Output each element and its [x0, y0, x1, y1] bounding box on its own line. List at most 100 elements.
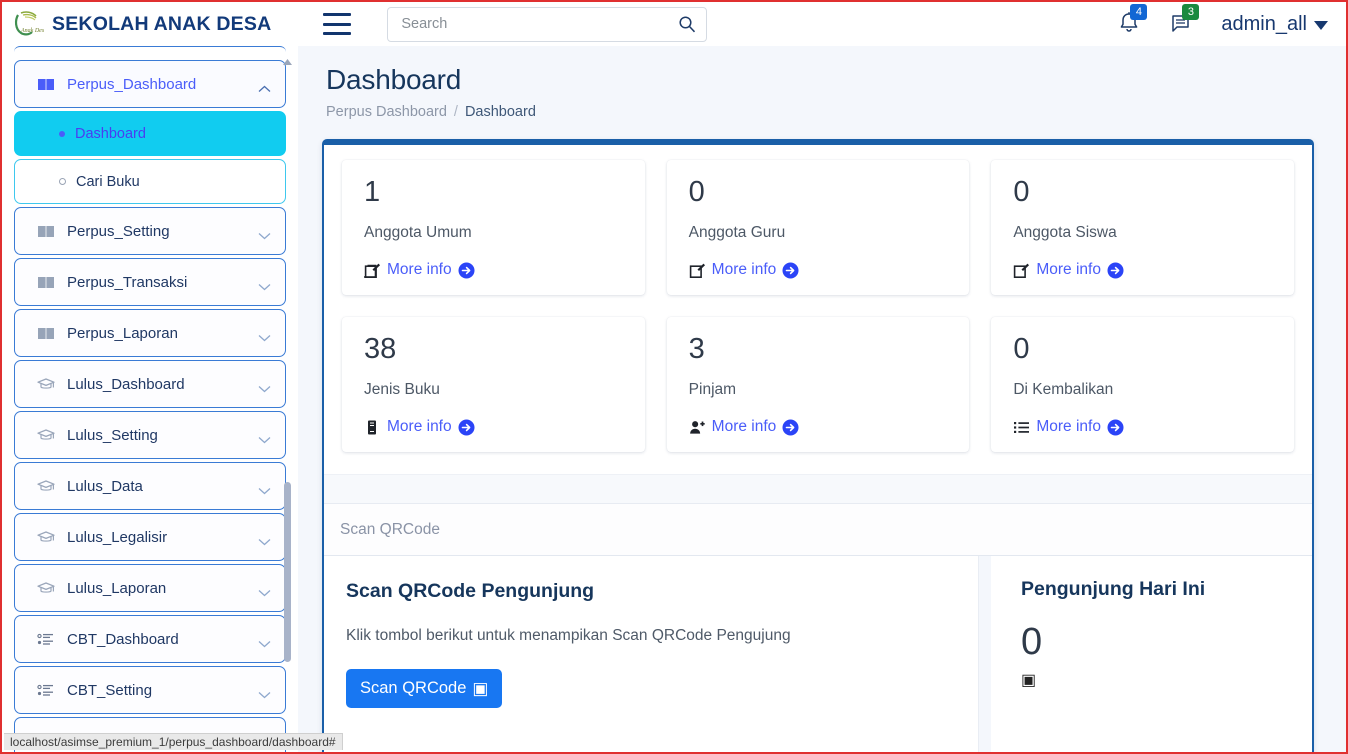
book-icon: [35, 326, 57, 341]
page-title: Dashboard: [326, 64, 462, 95]
main-content: Dashboard Perpus Dashboard / Dashboard 1…: [298, 46, 1346, 752]
notifications-badge: 4: [1130, 4, 1148, 20]
arrow-circle-right-icon: [458, 262, 475, 279]
sidebar-item-cbt-setting[interactable]: CBT_Setting: [14, 666, 286, 714]
more-info-link[interactable]: More info: [1013, 261, 1274, 279]
sidebar-item-label: Perpus_Dashboard: [67, 75, 197, 93]
sidebar-item-lulus-laporan[interactable]: Lulus_Laporan: [14, 564, 286, 612]
qrcode-icon: ▣: [472, 679, 489, 698]
search-box[interactable]: [387, 6, 708, 42]
stat-label: Pinjam: [688, 381, 737, 399]
arrow-circle-right-icon: [458, 419, 475, 436]
brand[interactable]: Anak Desa SEKOLAH ANAK DESA: [2, 9, 271, 39]
more-info-link[interactable]: More info: [364, 418, 625, 436]
messages-badge: 3: [1182, 4, 1200, 20]
stat-label: Di Kembalikan: [1013, 381, 1114, 399]
stat-cards-area: 1 Anggota Umum More info 0 Anggota Guru …: [324, 145, 1312, 452]
graduation-cap-icon: [35, 427, 57, 443]
sidebar-item-label: CBT_Dashboard: [67, 630, 179, 648]
sidebar-item-lulus-dashboard[interactable]: Lulus_Dashboard: [14, 360, 286, 408]
stat-card-anggota-umum: 1 Anggota Umum More info: [342, 160, 645, 295]
stat-value: 0: [1013, 176, 1030, 208]
visitor-title: Pengunjung Hari Ini: [1021, 578, 1206, 600]
chevron-down-icon: [1314, 21, 1328, 30]
panel-divider-band: [324, 474, 1312, 504]
hollow-dot-icon: [59, 178, 66, 185]
stat-card-anggota-guru: 0 Anggota Guru More info: [666, 160, 970, 295]
sidebar-list: Perpus_Dashboard Dashboard Cari Buku Per…: [2, 46, 298, 752]
chevron-down-icon[interactable]: [258, 431, 271, 444]
chevron-down-icon[interactable]: [258, 278, 271, 291]
notifications-button[interactable]: 4: [1117, 4, 1148, 38]
pencil-square-icon: [1013, 262, 1030, 279]
sidebar-item-label: Perpus_Laporan: [67, 324, 178, 342]
more-info-link[interactable]: More info: [689, 418, 950, 436]
more-info-link[interactable]: More info: [364, 261, 625, 279]
chevron-up-icon[interactable]: [258, 80, 271, 92]
pencil-square-icon: [689, 262, 706, 279]
dashboard-panel: 1 Anggota Umum More info 0 Anggota Guru …: [322, 139, 1314, 752]
search-input[interactable]: [401, 16, 679, 32]
sidebar-subitem-dashboard[interactable]: Dashboard: [14, 111, 286, 156]
more-info-link[interactable]: More info: [1013, 418, 1274, 436]
chevron-down-icon[interactable]: [258, 635, 271, 648]
search-icon[interactable]: [678, 15, 696, 33]
stat-card-di-kembalikan: 0 Di Kembalikan More info: [991, 317, 1295, 452]
graduation-cap-icon: [35, 376, 57, 392]
sidebar-item-label: Perpus_Transaksi: [67, 273, 188, 291]
sidebar-item-lulus-setting[interactable]: Lulus_Setting: [14, 411, 286, 459]
breadcrumb-parent[interactable]: Perpus Dashboard: [326, 104, 447, 120]
more-info-label: More info: [1036, 261, 1101, 279]
sidebar-subitem-label: Dashboard: [75, 125, 146, 142]
scan-qrcode-description: Klik tombol berikut untuk menampikan Sca…: [346, 627, 791, 644]
sidebar-item-lulus-data[interactable]: Lulus_Data: [14, 462, 286, 510]
stat-card-pinjam: 3 Pinjam More info: [666, 317, 970, 452]
arrow-circle-right-icon: [782, 419, 799, 436]
list-ul-icon: [1013, 419, 1030, 436]
sidebar-scroll-up-arrow[interactable]: [283, 52, 292, 65]
breadcrumb: Perpus Dashboard / Dashboard: [326, 104, 1346, 120]
scan-qrcode-card: Scan QRCode Pengunjung Klik tombol berik…: [324, 556, 979, 752]
chevron-down-icon[interactable]: [258, 533, 271, 546]
list-check-icon: [35, 683, 57, 698]
sidebar-item-perpus-transaksi[interactable]: Perpus_Transaksi: [14, 258, 286, 306]
chevron-down-icon[interactable]: [258, 380, 271, 393]
hamburger-menu-icon[interactable]: [323, 13, 352, 35]
browser-status-bar: localhost/asimse_premium_1/perpus_dashbo…: [4, 733, 343, 750]
stat-card-jenis-buku: 38 Jenis Buku More info: [342, 317, 645, 452]
visitor-count: 0: [1021, 621, 1043, 663]
chevron-down-icon[interactable]: [258, 686, 271, 699]
sidebar-item-perpus-laporan[interactable]: Perpus_Laporan: [14, 309, 286, 357]
chevron-down-icon[interactable]: [258, 227, 271, 240]
school-logo-icon: Anak Desa: [12, 9, 47, 39]
sidebar-scrollbar-thumb[interactable]: [284, 482, 291, 662]
stat-value: 0: [688, 176, 705, 208]
scan-qrcode-title: Scan QRCode Pengunjung: [346, 580, 595, 602]
chevron-down-icon[interactable]: [258, 584, 271, 597]
brand-title: SEKOLAH ANAK DESA: [52, 12, 272, 35]
pencil-square-icon: [364, 262, 381, 279]
sidebar-item-perpus-setting[interactable]: Perpus_Setting: [14, 207, 286, 255]
top-navbar: Anak Desa SEKOLAH ANAK DESA: [2, 2, 1346, 46]
stat-label: Anggota Guru: [688, 224, 786, 242]
user-plus-icon: [689, 419, 706, 436]
chevron-down-icon[interactable]: [258, 482, 271, 495]
scan-qrcode-button[interactable]: Scan QRCode ▣: [346, 669, 503, 708]
sidebar-item-lulus-legalisir[interactable]: Lulus_Legalisir: [14, 513, 286, 561]
more-info-link[interactable]: More info: [689, 261, 950, 279]
messages-button[interactable]: 3: [1169, 4, 1200, 38]
sidebar-item-label: Perpus_Setting: [67, 222, 170, 240]
stat-card-anggota-siswa: 0 Anggota Siswa More info: [991, 160, 1295, 295]
chevron-down-icon[interactable]: [258, 329, 271, 342]
sidebar-subitem-cari-buku[interactable]: Cari Buku: [14, 159, 286, 204]
sidebar-item-perpus-dashboard[interactable]: Perpus_Dashboard: [14, 60, 286, 108]
sidebar-item-partial-above: [14, 46, 286, 54]
scan-qrcode-button-label: Scan QRCode: [360, 679, 467, 697]
more-info-label: More info: [1036, 418, 1101, 436]
filled-dot-icon: [59, 130, 65, 137]
stat-value: 1: [364, 176, 381, 208]
sidebar-item-cbt-dashboard[interactable]: CBT_Dashboard: [14, 615, 286, 663]
user-menu[interactable]: admin_all: [1221, 13, 1328, 36]
breadcrumb-current: Dashboard: [464, 104, 536, 120]
more-info-label: More info: [387, 418, 452, 436]
